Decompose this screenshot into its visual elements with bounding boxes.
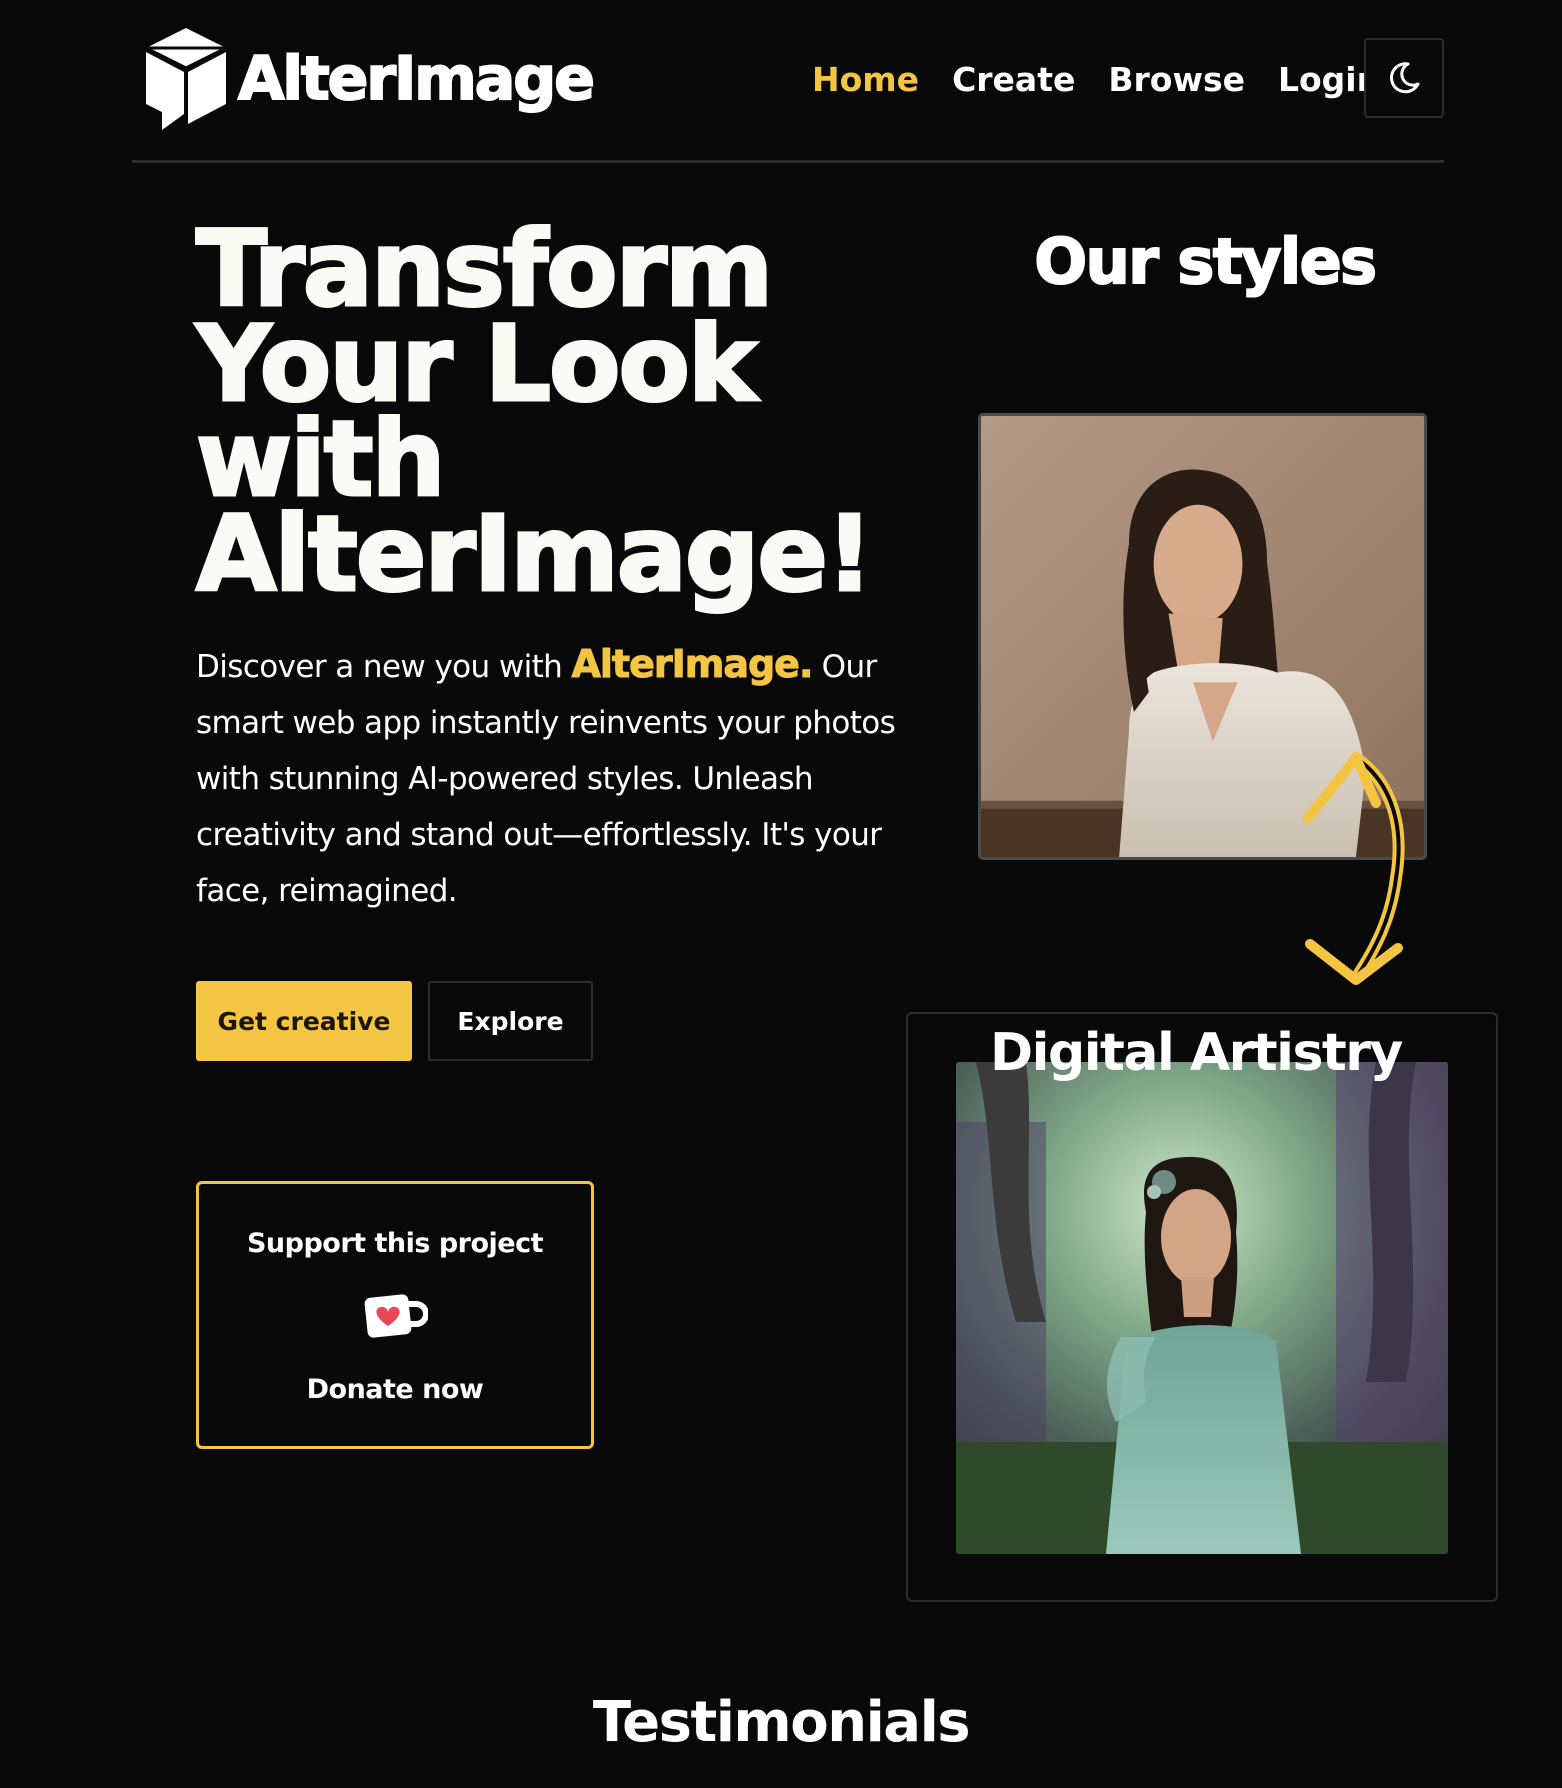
get-creative-button[interactable]: Get creative — [196, 981, 412, 1061]
curved-arrow-down-icon — [1303, 752, 1405, 985]
styled-portrait-image — [956, 1062, 1448, 1554]
moon-icon — [1389, 62, 1420, 94]
hero-copy-body: Our smart web app instantly reinvents yo… — [196, 649, 896, 909]
our-styles-heading: Our styles — [1033, 224, 1378, 299]
brand-name: AlterImage — [237, 44, 596, 114]
explore-button[interactable]: Explore — [428, 981, 593, 1061]
page: AlterImage Home Create Browse Login Tran… — [0, 0, 1562, 1788]
theme-toggle-button[interactable] — [1364, 38, 1444, 118]
coffee-cup-heart-icon — [364, 1294, 428, 1338]
nav-divider — [132, 160, 1444, 163]
nav-link-create[interactable]: Create — [952, 52, 1075, 108]
nav-link-home[interactable]: Home — [812, 52, 919, 108]
style-name-label: Digital Artistry — [990, 1023, 1403, 1083]
nav-links: Home Create Browse Login — [812, 52, 1380, 108]
hero-title: Transform Your Look with AlterImage! — [194, 216, 956, 608]
testimonials-heading: Testimonials — [592, 1690, 971, 1755]
nav-link-browse[interactable]: Browse — [1108, 52, 1245, 108]
hero-title-line: AlterImage! — [194, 493, 874, 615]
hero-copy-brand: AlterImage. — [571, 642, 814, 687]
support-project-card[interactable]: Support this project Donate now — [196, 1181, 594, 1449]
support-title: Support this project — [246, 1228, 544, 1259]
cube-logo-icon — [145, 28, 227, 130]
donate-now-label: Donate now — [306, 1374, 484, 1405]
top-navbar: AlterImage Home Create Browse Login — [132, 0, 1444, 163]
hero-description: Discover a new you with AlterImage. Our … — [196, 636, 926, 919]
brand-logo-link[interactable]: AlterImage — [142, 24, 596, 134]
hero-copy-lead: Discover a new you with — [196, 649, 572, 685]
